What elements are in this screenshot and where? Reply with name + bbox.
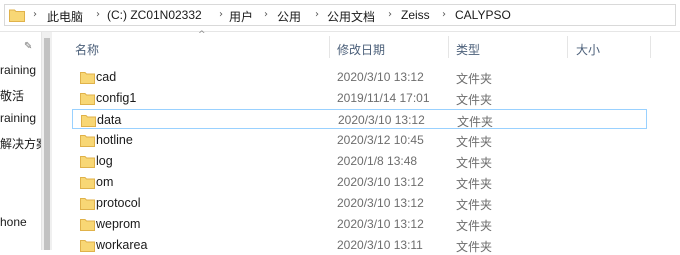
file-type: 文件夹 xyxy=(456,219,493,233)
nav-item[interactable]: hone xyxy=(0,215,27,229)
folder-icon xyxy=(9,9,25,22)
folder-icon xyxy=(80,240,95,252)
pin-icon[interactable]: ✎ xyxy=(24,41,32,52)
file-name: hotline xyxy=(96,133,133,147)
breadcrumb-item-calypso[interactable]: CALYPSO xyxy=(455,8,511,22)
modified-date: 2020/3/10 13:12 xyxy=(337,175,424,189)
column-size-header[interactable]: 大小 xyxy=(576,41,600,58)
folder-icon xyxy=(80,219,95,231)
file-type: 文件夹 xyxy=(456,72,493,86)
nav-item[interactable]: 敬活 xyxy=(0,87,24,104)
folder-icon xyxy=(80,198,95,210)
column-divider[interactable] xyxy=(448,36,449,58)
folder-row[interactable]: protocol 2020/3/10 13:12 文件夹 xyxy=(72,193,647,213)
address-bar: › 此电脑 › (C:) ZC01N02332 › 用户 › 公用 › 公用文档… xyxy=(0,0,680,32)
folder-icon xyxy=(80,93,95,105)
chevron-right-icon[interactable]: › xyxy=(33,9,37,20)
column-name-header[interactable]: 名称 xyxy=(75,41,99,58)
chevron-right-icon[interactable]: › xyxy=(219,9,223,20)
file-type: 文件夹 xyxy=(456,177,493,191)
file-name: weprom xyxy=(96,217,141,231)
breadcrumb-item-public-documents[interactable]: 公用文档 xyxy=(327,8,375,25)
modified-date: 2020/3/10 13:12 xyxy=(337,196,424,210)
folder-row-selected[interactable]: data 2020/3/10 13:12 文件夹 xyxy=(72,109,647,129)
nav-scrollbar[interactable] xyxy=(41,32,52,250)
modified-date: 2020/1/8 13:48 xyxy=(337,154,418,168)
folder-row[interactable]: config1 2019/11/14 17:01 文件夹 xyxy=(72,88,647,108)
chevron-right-icon[interactable]: › xyxy=(442,9,446,20)
modified-date: 2020/3/10 13:12 xyxy=(338,113,425,127)
column-divider[interactable] xyxy=(567,36,568,58)
modified-date: 2019/11/14 17:01 xyxy=(337,91,430,105)
column-divider[interactable] xyxy=(329,36,330,58)
modified-date: 2020/3/12 10:45 xyxy=(337,133,424,147)
folder-icon xyxy=(80,177,95,189)
file-type: 文件夹 xyxy=(456,156,493,170)
folder-icon xyxy=(80,156,95,168)
file-name: cad xyxy=(96,70,117,84)
folder-row[interactable]: log 2020/1/8 13:48 文件夹 xyxy=(72,151,647,171)
folder-row[interactable]: weprom 2020/3/10 13:12 文件夹 xyxy=(72,214,647,234)
column-divider[interactable] xyxy=(650,36,651,58)
folder-icon xyxy=(80,135,95,147)
navigation-pane: ✎ raining 敬活 raining 解决方案 hone xyxy=(0,32,41,250)
file-type: 文件夹 xyxy=(457,115,494,129)
file-name: protocol xyxy=(96,196,141,210)
scrollbar-thumb[interactable] xyxy=(44,38,50,250)
file-name: config1 xyxy=(96,91,137,105)
folder-row[interactable]: cad 2020/3/10 13:12 文件夹 xyxy=(72,67,647,87)
chevron-right-icon[interactable]: › xyxy=(388,9,392,20)
column-header: ^ 名称 修改日期 类型 大小 xyxy=(52,30,680,58)
folder-icon xyxy=(81,115,96,127)
modified-date: 2020/3/10 13:12 xyxy=(337,70,424,84)
folder-row[interactable]: om 2020/3/10 13:12 文件夹 xyxy=(72,172,647,192)
chevron-right-icon[interactable]: › xyxy=(96,9,100,20)
column-type-header[interactable]: 类型 xyxy=(456,41,480,58)
folder-row[interactable]: workarea 2020/3/10 13:11 文件夹 xyxy=(72,235,647,255)
breadcrumb-item-zeiss[interactable]: Zeiss xyxy=(401,8,430,22)
folder-icon xyxy=(80,72,95,84)
file-name: log xyxy=(96,154,113,168)
chevron-right-icon[interactable]: › xyxy=(264,9,268,20)
modified-date: 2020/3/10 13:12 xyxy=(337,217,424,231)
chevron-right-icon[interactable]: › xyxy=(315,9,319,20)
file-type: 文件夹 xyxy=(456,240,493,254)
breadcrumb-item-public[interactable]: 公用 xyxy=(277,8,301,25)
file-name: data xyxy=(97,113,122,127)
file-name: om xyxy=(96,175,114,189)
file-type: 文件夹 xyxy=(456,135,493,149)
file-type: 文件夹 xyxy=(456,93,493,107)
nav-item[interactable]: 解决方案 xyxy=(0,135,41,152)
sort-ascending-icon: ^ xyxy=(198,30,206,40)
column-modified-header[interactable]: 修改日期 xyxy=(337,41,385,58)
nav-item[interactable]: raining xyxy=(0,63,36,77)
nav-item[interactable]: raining xyxy=(0,111,36,125)
file-type: 文件夹 xyxy=(456,198,493,212)
breadcrumb-item-drive[interactable]: (C:) ZC01N02332 xyxy=(107,8,202,22)
breadcrumb-item-users[interactable]: 用户 xyxy=(229,8,253,25)
folder-row[interactable]: hotline 2020/3/12 10:45 文件夹 xyxy=(72,130,647,150)
breadcrumb-item-this-pc[interactable]: 此电脑 xyxy=(47,8,83,25)
